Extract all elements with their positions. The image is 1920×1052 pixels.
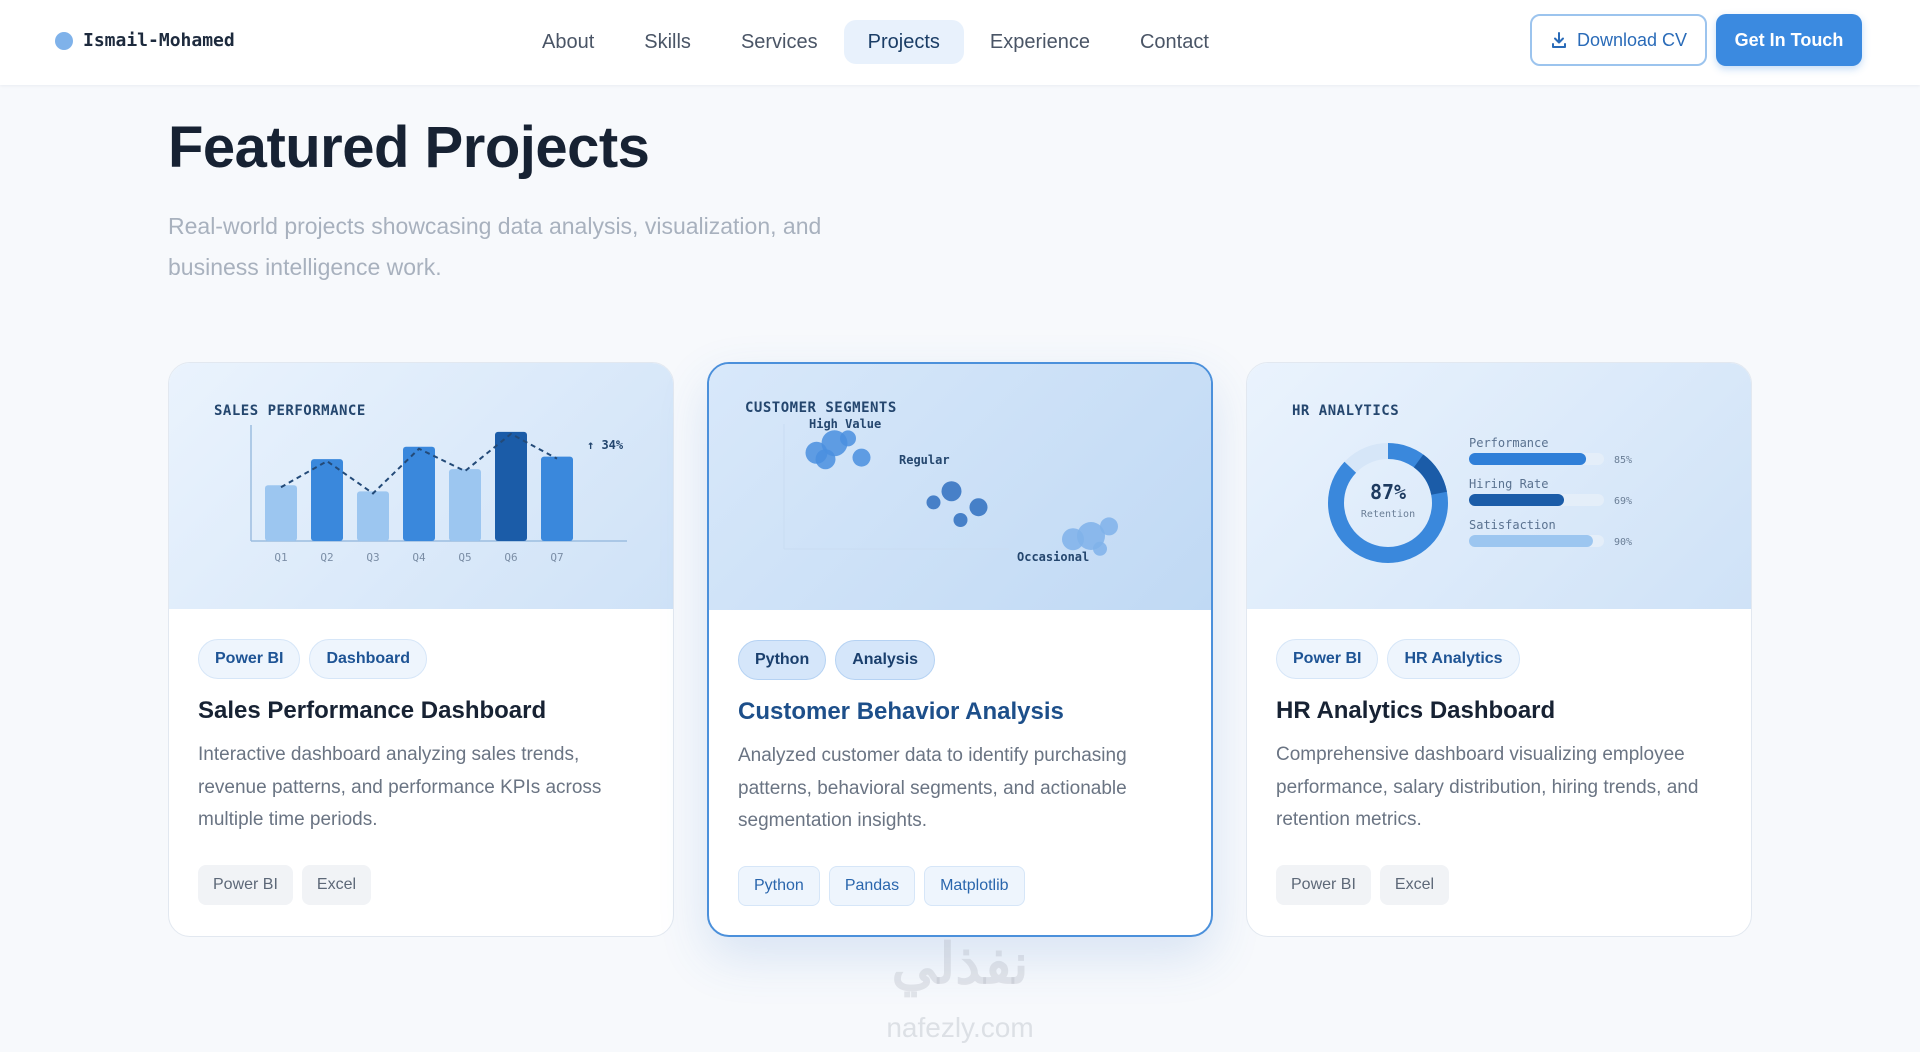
- segment-point: [941, 481, 962, 502]
- category-pill[interactable]: Dashboard: [309, 639, 428, 679]
- watermark-url: nafezly.com: [886, 1012, 1034, 1043]
- category-pills: Power BI Dashboard: [198, 639, 644, 679]
- project-description: Analyzed customer data to identify purch…: [738, 745, 1127, 831]
- tech-tag: Power BI: [1276, 865, 1371, 905]
- growth-badge: ↑ 34%: [587, 438, 624, 452]
- sales-bar: [265, 485, 297, 541]
- tech-tags: Power BI Excel: [198, 865, 372, 905]
- metric-value: 90%: [1614, 537, 1632, 548]
- nav-links: About Skills Services Projects Experienc…: [518, 20, 1235, 64]
- project-card-customer[interactable]: CUSTOMER SEGMENTS High Value Regular Occas…: [707, 362, 1213, 937]
- card-body: Power BI Dashboard Sales Performance Das…: [198, 639, 644, 837]
- project-card-hr[interactable]: HR ANALYTICS 87% Retention Performance 85% H…: [1246, 362, 1752, 937]
- segment-point: [953, 513, 968, 527]
- category-pill[interactable]: Power BI: [1276, 639, 1379, 679]
- get-in-touch-button[interactable]: Get In Touch: [1716, 14, 1862, 66]
- metric-bar: [1469, 494, 1565, 506]
- card-body: Python Analysis Customer Behavior Analys…: [738, 640, 1182, 838]
- nav-link-contact[interactable]: Contact: [1116, 20, 1233, 64]
- segment-point: [926, 495, 941, 510]
- project-card-sales[interactable]: SALES PERFORMANCE Q1 Q2 Q3 Q4 Q5 Q6 Q7 ↑ 34% Po…: [168, 362, 674, 937]
- tech-tag: Matplotlib: [924, 866, 1025, 906]
- donut-label: Retention: [1361, 509, 1415, 520]
- x-tick-label: Q2: [320, 551, 333, 564]
- x-tick-label: Q6: [504, 551, 517, 564]
- hr-chart-panel: HR ANALYTICS 87% Retention Performance 85% H…: [1247, 363, 1751, 609]
- metric-label: Satisfaction: [1469, 518, 1556, 532]
- segment-label: Regular: [899, 453, 950, 467]
- sales-bar: [541, 456, 573, 541]
- download-cv-button[interactable]: Download CV: [1530, 14, 1707, 66]
- segment-point: [1100, 517, 1118, 536]
- metric-bar: [1469, 535, 1593, 547]
- segment-point: [840, 430, 856, 447]
- sales-bar-chart: Q1 Q2 Q3 Q4 Q5 Q6 Q7 ↑ 34%: [250, 425, 627, 564]
- tech-tags: Power BI Excel: [1276, 865, 1450, 905]
- download-icon: [1551, 32, 1566, 48]
- segment-point: [815, 449, 836, 470]
- x-tick-label: Q5: [458, 551, 471, 564]
- donut-value: 87%: [1370, 480, 1406, 504]
- metric-value: 85%: [1614, 455, 1632, 466]
- project-description: Comprehensive dashboard visualizing empl…: [1276, 744, 1699, 830]
- metric-bar: [1469, 453, 1587, 465]
- nav-link-services[interactable]: Services: [717, 20, 842, 64]
- page-subtitle: Real-world projects showcasing data anal…: [168, 213, 822, 280]
- nav-link-about[interactable]: About: [518, 20, 618, 64]
- sales-bar: [357, 491, 389, 541]
- category-pill[interactable]: Python: [738, 640, 827, 680]
- nav-link-experience[interactable]: Experience: [966, 20, 1114, 64]
- metric-value: 69%: [1614, 496, 1632, 507]
- category-pills: Python Analysis: [738, 640, 1182, 680]
- segment-label: High Value: [809, 417, 881, 431]
- tech-tag: Power BI: [198, 865, 293, 905]
- hr-analytics-chart: 87% Retention Performance 85% Hiring Rate 69%…: [1328, 436, 1632, 563]
- tech-tags: Python Pandas Matplotlib: [738, 866, 1025, 906]
- page-title: Featured Projects: [168, 115, 650, 180]
- tech-tag: Excel: [1379, 865, 1450, 905]
- x-tick-label: Q1: [274, 551, 287, 564]
- nav-link-skills[interactable]: Skills: [620, 20, 715, 64]
- download-cv-label: Download CV: [1576, 29, 1688, 50]
- x-tick-label: Q4: [412, 551, 426, 564]
- project-title[interactable]: HR Analytics Dashboard: [1276, 697, 1722, 725]
- project-description: Interactive dashboard analyzing sales tr…: [198, 744, 602, 830]
- x-tick-label: Q7: [550, 551, 563, 564]
- tech-tag: Python: [738, 866, 820, 906]
- category-pill[interactable]: Analysis: [835, 640, 936, 680]
- tech-tag: Excel: [301, 865, 372, 905]
- tech-tag: Pandas: [828, 866, 916, 906]
- brand[interactable]: Ismail-Mohamed: [55, 30, 235, 51]
- segment-label: Occasional: [1017, 550, 1089, 564]
- brand-name: Ismail-Mohamed: [83, 30, 235, 51]
- category-pill[interactable]: Power BI: [198, 639, 301, 679]
- project-title[interactable]: Customer Behavior Analysis: [738, 698, 1182, 726]
- nav-link-projects[interactable]: Projects: [843, 20, 964, 64]
- card-body: Power BI HR Analytics HR Analytics Dashb…: [1276, 639, 1722, 837]
- metric-label: Performance: [1469, 436, 1548, 450]
- sales-bar: [495, 431, 527, 541]
- segments-scatter-chart: High Value Regular Occasional: [783, 417, 1118, 564]
- project-title[interactable]: Sales Performance Dashboard: [198, 697, 644, 725]
- x-tick-label: Q3: [366, 551, 379, 564]
- top-nav: Ismail-Mohamed About Skills Services Pro…: [0, 0, 1920, 85]
- segment-point: [969, 498, 988, 517]
- category-pills: Power BI HR Analytics: [1276, 639, 1722, 679]
- sales-chart-panel: SALES PERFORMANCE Q1 Q2 Q3 Q4 Q5 Q6 Q7 ↑ 34%: [169, 363, 673, 609]
- segment-point: [1093, 541, 1107, 556]
- metric-label: Hiring Rate: [1469, 477, 1548, 491]
- sales-bar: [449, 469, 481, 541]
- sales-bar: [311, 459, 343, 541]
- watermark-logo: نفذلي: [891, 932, 1029, 995]
- segments-chart-panel: CUSTOMER SEGMENTS High Value Regular Occas…: [709, 364, 1211, 610]
- category-pill[interactable]: HR Analytics: [1387, 639, 1520, 679]
- brand-dot-icon: [55, 31, 73, 50]
- segment-point: [852, 448, 871, 467]
